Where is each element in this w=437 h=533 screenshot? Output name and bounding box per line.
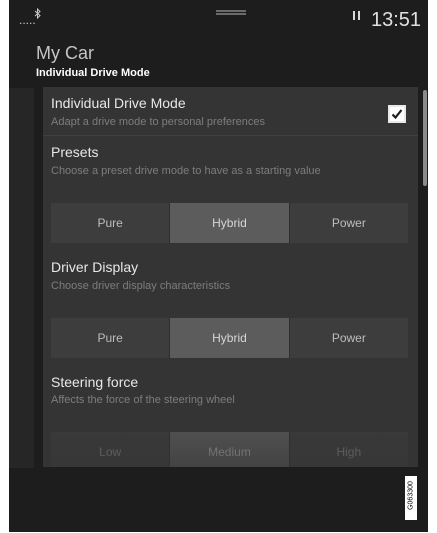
individual-drive-mode-checkbox[interactable] [388,105,406,123]
figure-id-label: G063300 [405,476,417,520]
driver-display-option-pure[interactable]: Pure [51,318,171,358]
steering-option-medium[interactable]: Medium [170,432,290,467]
individual-drive-mode-row[interactable]: Individual Drive Mode Adapt a drive mode… [43,87,418,131]
status-bar: ..... 13:51 [9,0,428,34]
individual-drive-mode-description: Adapt a drive mode to personal preferenc… [51,116,266,128]
driver-display-option-power[interactable]: Power [289,318,408,358]
steering-force-row: Steering force Affects the force of the … [43,367,418,467]
presets-selector[interactable]: Pure Hybrid Power [51,203,408,243]
steering-force-description: Affects the force of the steering wheel [51,394,235,406]
individual-drive-mode-title: Individual Drive Mode [51,95,186,111]
presets-row: Presets Choose a preset drive mode to ha… [43,137,418,267]
driver-display-title: Driver Display [51,259,139,275]
driver-display-row: Driver Display Choose driver display cha… [43,251,418,381]
driver-display-description: Choose driver display characteristics [51,280,231,292]
presets-description: Choose a preset drive mode to have as a … [51,165,321,177]
steering-force-title: Steering force [51,374,139,390]
settings-list[interactable]: Individual Drive Mode Adapt a drive mode… [43,87,418,467]
clock: 13:51 [371,9,422,31]
page-subtitle: Individual Drive Mode [36,67,150,79]
page-title: My Car [36,43,94,63]
steering-option-high[interactable]: High [289,432,408,467]
checkmark-icon [391,109,403,120]
pause-icon [353,11,361,20]
top-bar-pull-handle[interactable] [216,10,246,15]
preset-option-power[interactable]: Power [289,203,408,243]
driver-display-option-hybrid[interactable]: Hybrid [170,318,290,358]
steering-option-low[interactable]: Low [51,432,171,467]
left-edge-strip [9,88,34,468]
figure-id-text: G063300 [407,481,415,510]
driver-display-selector[interactable]: Pure Hybrid Power [51,318,408,358]
preset-option-pure[interactable]: Pure [51,203,171,243]
scrollbar[interactable] [423,90,427,186]
preset-option-hybrid[interactable]: Hybrid [170,203,290,243]
steering-force-selector[interactable]: Low Medium High [51,432,408,467]
divider [43,135,418,136]
presets-title: Presets [51,144,99,160]
bluetooth-icon [34,7,41,22]
display-screen: ..... 13:51 My Car Individual Drive Mode… [9,0,428,532]
